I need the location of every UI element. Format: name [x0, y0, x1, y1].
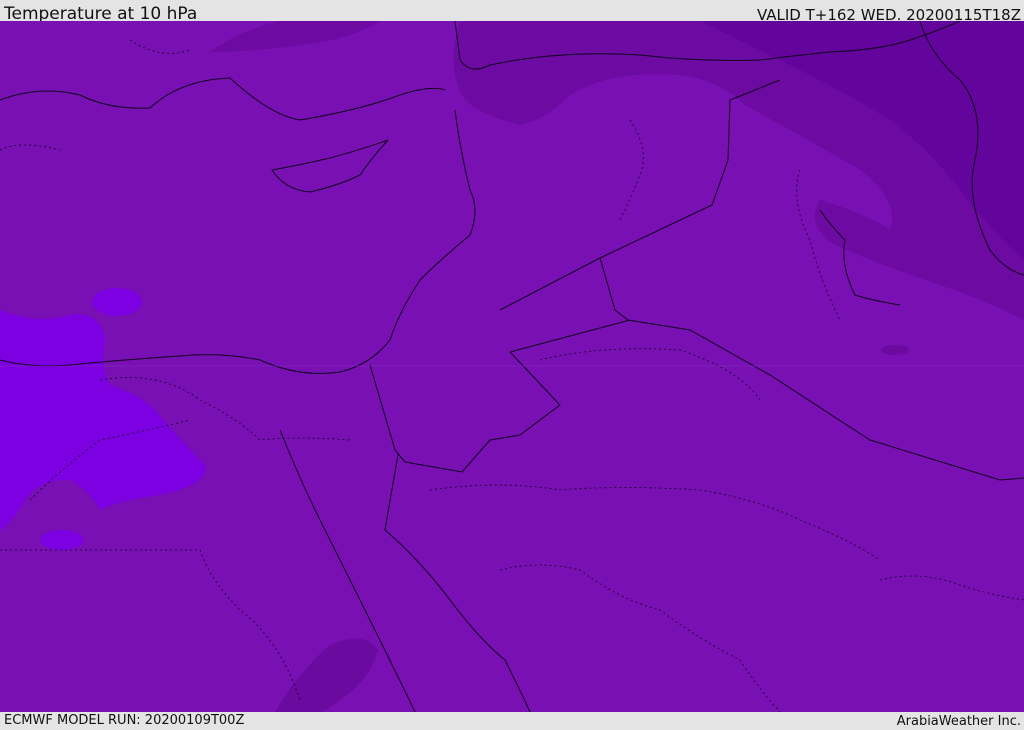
temperature-contour-warm-south: [40, 530, 84, 550]
credit-label: ArabiaWeather Inc.: [896, 714, 1021, 729]
temperature-contour-cold-gulf: [881, 345, 909, 355]
model-run-label: ECMWF MODEL RUN: 20200109T00Z: [4, 713, 245, 728]
temperature-map[interactable]: [0, 21, 1024, 712]
map-header: Temperature at 10 hPa VALID T+162 WED. 2…: [0, 0, 1024, 24]
map-footer: ECMWF MODEL RUN: 20200109T00Z ArabiaWeat…: [0, 712, 1024, 729]
temperature-contour-warm-cyprus-west: [92, 288, 142, 316]
